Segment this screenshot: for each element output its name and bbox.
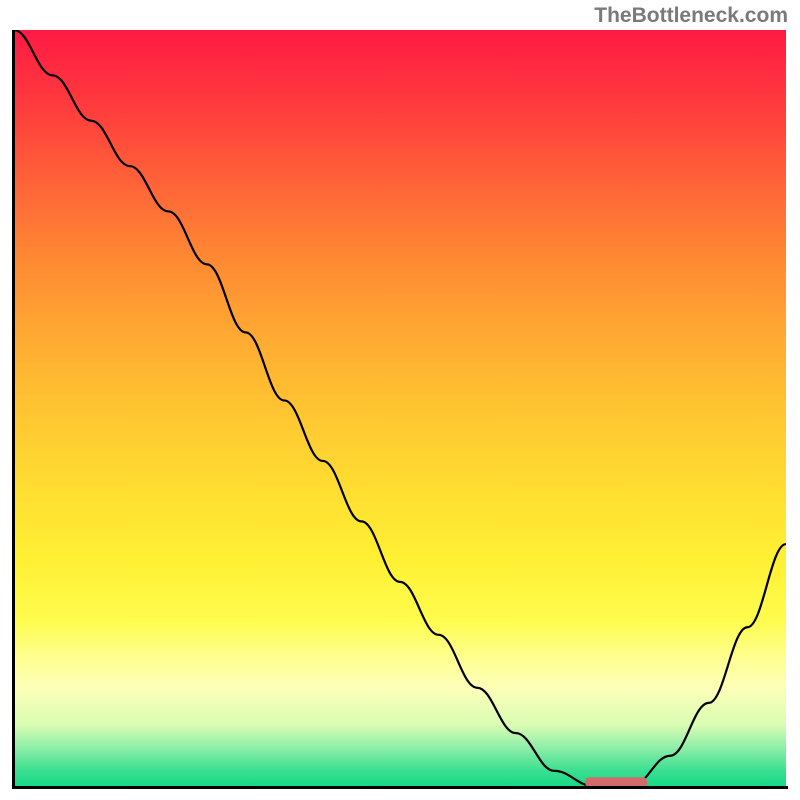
marker-bar [585,777,647,786]
chart-svg [14,30,786,786]
y-axis [12,30,15,788]
chart-container: TheBottleneck.com [0,0,800,800]
x-axis [12,786,788,789]
curve-line [14,30,786,786]
watermark-text: TheBottleneck.com [594,4,788,28]
plot-area [14,30,786,786]
